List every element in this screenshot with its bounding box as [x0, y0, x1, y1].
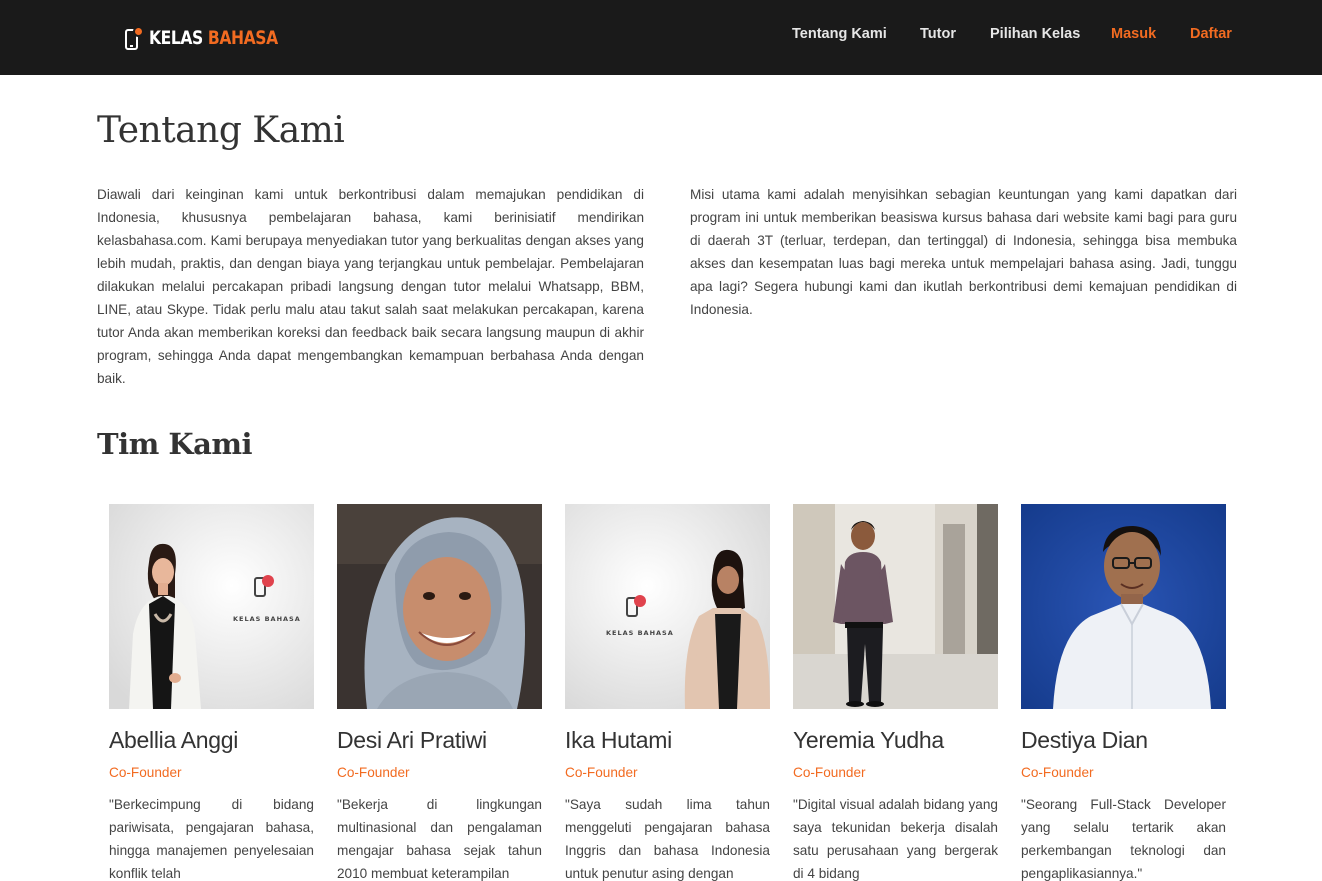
about-paragraph-right: Misi utama kami adalah menyisihkan sebag… — [690, 187, 1237, 317]
member-photo — [1021, 504, 1226, 709]
team-member-card: Desi Ari Pratiwi Co-Founder "Bekerja di … — [337, 504, 542, 881]
member-quote: "Seorang Full-Stack Developer yang selal… — [1021, 797, 1226, 881]
site-logo[interactable]: KELAS BAHASA — [125, 24, 306, 52]
nav-daftar[interactable]: Daftar — [1190, 26, 1232, 42]
member-photo — [337, 504, 542, 709]
nav-tentang-kami[interactable]: Tentang Kami — [792, 26, 887, 42]
nav-tutor[interactable]: Tutor — [920, 26, 956, 42]
member-role: Co-Founder — [1021, 765, 1094, 780]
logo-word-bahasa: BAHASA — [207, 27, 278, 49]
team-member-card: Yeremia Yudha Co-Founder "Digital visual… — [793, 504, 998, 881]
photo-logo-text: KELAS BAHASA — [606, 629, 674, 637]
team-member-card: Destiya Dian Co-Founder "Seorang Full-St… — [1021, 504, 1226, 881]
member-name: Desi Ari Pratiwi — [337, 727, 487, 753]
team-title: Tim Kami — [97, 427, 253, 461]
member-role: Co-Founder — [793, 765, 866, 780]
member-role: Co-Founder — [109, 765, 182, 780]
nav-pilihan-kelas[interactable]: Pilihan Kelas — [990, 26, 1080, 42]
member-name: Destiya Dian — [1021, 727, 1148, 753]
about-paragraph-left: Diawali dari keinginan kami untuk berkon… — [97, 187, 644, 386]
member-name: Yeremia Yudha — [793, 727, 944, 753]
member-quote: "Berkecimpung di bidang pariwisata, peng… — [109, 797, 314, 881]
member-quote: "Saya sudah lima tahun menggeluti pengaj… — [565, 797, 770, 881]
member-quote: "Digital visual adalah bidang yang saya … — [793, 797, 998, 881]
logo-word-kelas: KELAS — [149, 27, 203, 49]
member-role: Co-Founder — [565, 765, 638, 780]
member-name: Abellia Anggi — [109, 727, 239, 753]
member-quote: "Bekerja di lingkungan multinasional dan… — [337, 797, 542, 881]
nav-masuk[interactable]: Masuk — [1111, 26, 1156, 42]
navbar: KELAS BAHASA Tentang Kami Tutor Pilihan … — [0, 0, 1322, 75]
page-title: Tentang Kami — [97, 110, 345, 151]
team-member-card: KELAS BAHASA Ika Hutami Co-Founder "Saya… — [565, 504, 770, 881]
member-photo: KELAS BAHASA — [565, 504, 770, 709]
phone-logo-icon — [125, 26, 145, 50]
photo-logo-text: KELAS BAHASA — [233, 615, 301, 623]
member-name: Ika Hutami — [565, 727, 672, 753]
member-photo — [793, 504, 998, 709]
team-member-card: KELAS BAHASA Abellia Anggi Co-Founder "B… — [109, 504, 314, 881]
logo-text: KELAS BAHASA — [149, 27, 278, 49]
member-role: Co-Founder — [337, 765, 410, 780]
member-photo: KELAS BAHASA — [109, 504, 314, 709]
